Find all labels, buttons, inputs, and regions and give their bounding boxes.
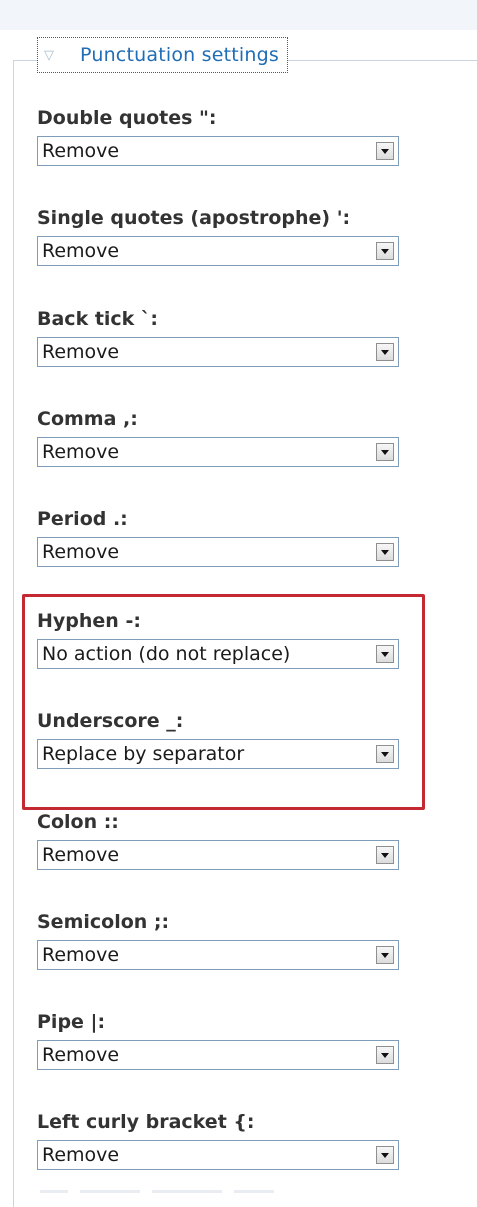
punctuation-settings-toggle[interactable]: ▽ Punctuation settings <box>37 37 288 73</box>
select-value: Remove <box>42 441 120 463</box>
select-value: Remove <box>42 1144 120 1166</box>
dropdown-arrow-icon[interactable] <box>376 1046 394 1064</box>
fieldset-border <box>13 60 14 1207</box>
triangle-down-icon: ▽ <box>44 47 54 63</box>
dropdown-arrow-icon[interactable] <box>376 543 394 561</box>
dropdown-arrow-icon[interactable] <box>376 443 394 461</box>
pipe-select[interactable]: Remove <box>37 1040 399 1070</box>
cut-off-next-label <box>40 1190 340 1202</box>
select-value: Remove <box>42 541 120 563</box>
period-select[interactable]: Remove <box>37 537 399 567</box>
select-value: Remove <box>42 1044 120 1066</box>
page-header-band <box>0 0 477 30</box>
field-pipe: Pipe |: Remove <box>37 1007 399 1070</box>
dropdown-arrow-icon[interactable] <box>376 1146 394 1164</box>
back-tick-select[interactable]: Remove <box>37 337 399 367</box>
field-back-tick: Back tick `: Remove <box>37 304 399 367</box>
field-label: Comma ,: <box>37 408 138 430</box>
field-double-quotes: Double quotes ": Remove <box>37 103 399 166</box>
single-quotes-select[interactable]: Remove <box>37 236 399 266</box>
field-label: Pipe |: <box>37 1011 106 1033</box>
semicolon-select[interactable]: Remove <box>37 940 399 970</box>
dropdown-arrow-icon[interactable] <box>376 343 394 361</box>
select-value: Remove <box>42 341 120 363</box>
field-semicolon: Semicolon ;: Remove <box>37 907 399 970</box>
dropdown-arrow-icon[interactable] <box>376 242 394 260</box>
field-label: Single quotes (apostrophe) ': <box>37 207 351 229</box>
field-label: Back tick `: <box>37 308 159 330</box>
field-colon: Colon :: Remove <box>37 807 399 870</box>
highlight-annotation-box <box>22 594 425 810</box>
dropdown-arrow-icon[interactable] <box>376 142 394 160</box>
field-left-curly-bracket: Left curly bracket {: Remove <box>37 1107 399 1170</box>
field-label: Colon :: <box>37 811 119 833</box>
field-period: Period .: Remove <box>37 504 399 567</box>
select-value: Remove <box>42 944 120 966</box>
double-quotes-select[interactable]: Remove <box>37 136 399 166</box>
field-label: Period .: <box>37 508 128 530</box>
fieldset-legend: Punctuation settings <box>80 44 279 66</box>
select-value: Remove <box>42 140 120 162</box>
field-label: Double quotes ": <box>37 107 217 129</box>
field-single-quotes: Single quotes (apostrophe) ': Remove <box>37 203 399 266</box>
left-curly-bracket-select[interactable]: Remove <box>37 1140 399 1170</box>
colon-select[interactable]: Remove <box>37 840 399 870</box>
field-label: Semicolon ;: <box>37 911 170 933</box>
select-value: Remove <box>42 844 120 866</box>
dropdown-arrow-icon[interactable] <box>376 846 394 864</box>
dropdown-arrow-icon[interactable] <box>376 946 394 964</box>
field-comma: Comma ,: Remove <box>37 404 399 467</box>
select-value: Remove <box>42 240 120 262</box>
comma-select[interactable]: Remove <box>37 437 399 467</box>
field-label: Left curly bracket {: <box>37 1111 255 1133</box>
